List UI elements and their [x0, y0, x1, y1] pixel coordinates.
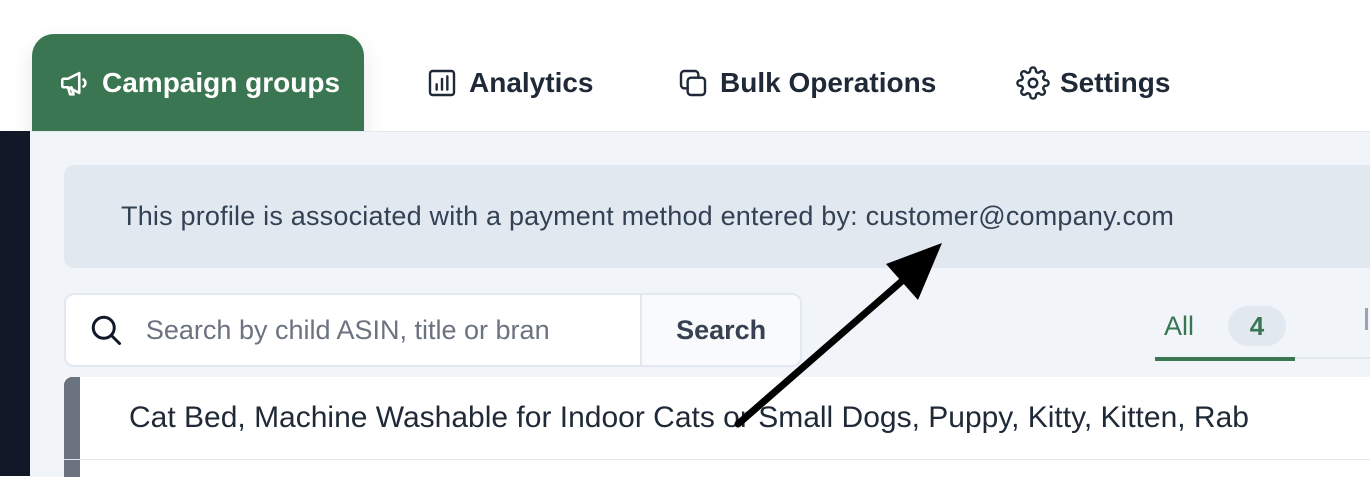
filter-tab-label: All [1164, 310, 1195, 341]
tab-label: Analytics [469, 66, 594, 98]
search-bar: Search [64, 293, 802, 367]
copy-icon [676, 66, 710, 100]
search-icon [66, 295, 146, 365]
main-panel: This profile is associated with a paymen… [30, 131, 1370, 477]
gear-icon [1016, 65, 1050, 100]
megaphone-icon [58, 66, 92, 100]
payment-notice: This profile is associated with a paymen… [64, 165, 1370, 268]
filter-tabs-divider [1295, 357, 1370, 359]
next-filter-tab-edge [1365, 308, 1368, 330]
filter-tab-all[interactable]: All 4 [1155, 295, 1295, 361]
search-input[interactable] [145, 295, 641, 365]
list-item[interactable] [80, 460, 1370, 477]
tab-label: Settings [1060, 66, 1171, 98]
search-button[interactable]: Search [640, 295, 800, 365]
row-status-bar [64, 377, 80, 459]
tab-label: Bulk Operations [720, 66, 937, 98]
tab-bar: Campaign groups Analytics Bulk Operation… [0, 0, 1370, 131]
list-item[interactable]: Cat Bed, Machine Washable for Indoor Cat… [64, 377, 1370, 460]
tab-label: Campaign groups [102, 66, 341, 98]
bar-chart-icon [425, 66, 459, 100]
payment-notice-text: This profile is associated with a paymen… [121, 201, 1175, 231]
sidebar-edge [0, 131, 30, 476]
tab-campaign-groups[interactable]: Campaign groups [32, 34, 365, 131]
tab-analytics[interactable]: Analytics [425, 34, 594, 131]
tab-bulk-operations[interactable]: Bulk Operations [676, 34, 936, 131]
count-badge: 4 [1228, 306, 1287, 346]
row-status-bar [64, 460, 80, 477]
list-item-title: Cat Bed, Machine Washable for Indoor Cat… [129, 401, 1249, 434]
tab-settings[interactable]: Settings [1016, 34, 1170, 131]
